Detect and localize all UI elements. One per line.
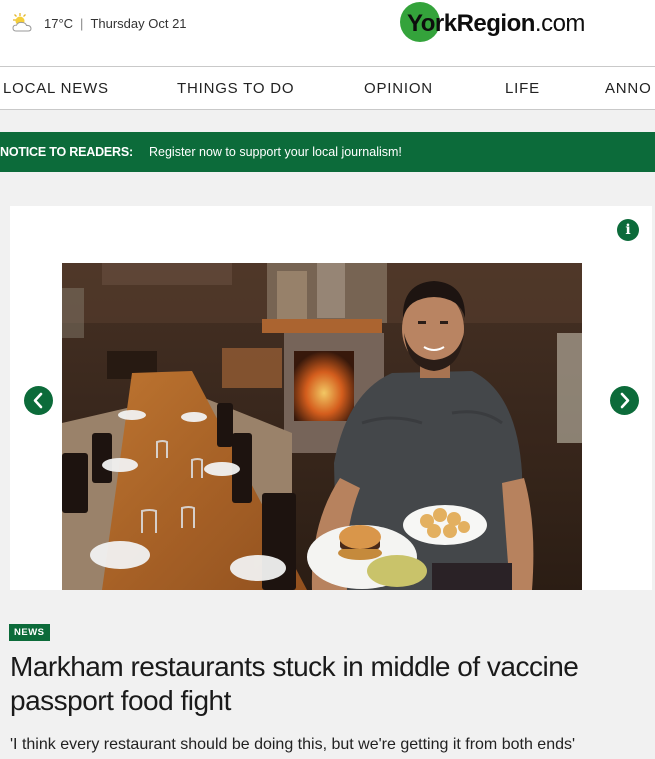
main-navigation: LOCAL NEWS THINGS TO DO OPINION LIFE ANN…: [0, 66, 655, 110]
nav-item-life[interactable]: LIFE: [505, 80, 540, 97]
section-badge[interactable]: NEWS: [9, 624, 50, 641]
nav-item-announcements[interactable]: ANNO: [605, 80, 652, 97]
chevron-left-icon: [33, 392, 43, 409]
carousel-next-button[interactable]: [610, 386, 639, 415]
article-photo[interactable]: [62, 263, 582, 590]
notice-label: NOTICE TO READERS:: [0, 145, 133, 159]
nav-item-local-news[interactable]: LOCAL NEWS: [3, 80, 109, 97]
site-header: 17°C | Thursday Oct 21 YorkRegion.com: [0, 0, 655, 66]
restaurant-photo-illustration: [62, 263, 582, 590]
temperature: 17°C: [44, 15, 74, 31]
logo-wordmark: YorkRegion.com: [407, 10, 585, 38]
article-dek: 'I think every restaurant should be doin…: [10, 736, 576, 753]
info-icon[interactable]: i: [617, 219, 639, 241]
logo-domain: .com: [534, 10, 586, 37]
article-headline[interactable]: Markham restaurants stuck in middle of v…: [10, 650, 630, 718]
notice-text[interactable]: Register now to support your local journ…: [149, 145, 402, 159]
current-date: Thursday Oct 21: [90, 15, 187, 31]
carousel-prev-button[interactable]: [24, 386, 53, 415]
notice-banner[interactable]: NOTICE TO READERS: Register now to suppo…: [0, 132, 655, 172]
nav-item-things-to-do[interactable]: THINGS TO DO: [177, 80, 294, 97]
featured-carousel: i: [10, 206, 652, 590]
nav-item-opinion[interactable]: OPINION: [364, 80, 433, 97]
weather-separator: |: [80, 15, 84, 31]
partly-sunny-icon: [10, 12, 36, 34]
chevron-right-icon: [620, 392, 630, 409]
logo-name: YorkRegion: [407, 10, 535, 37]
weather-widget[interactable]: 17°C | Thursday Oct 21: [10, 12, 187, 34]
site-logo[interactable]: YorkRegion.com: [400, 2, 585, 42]
